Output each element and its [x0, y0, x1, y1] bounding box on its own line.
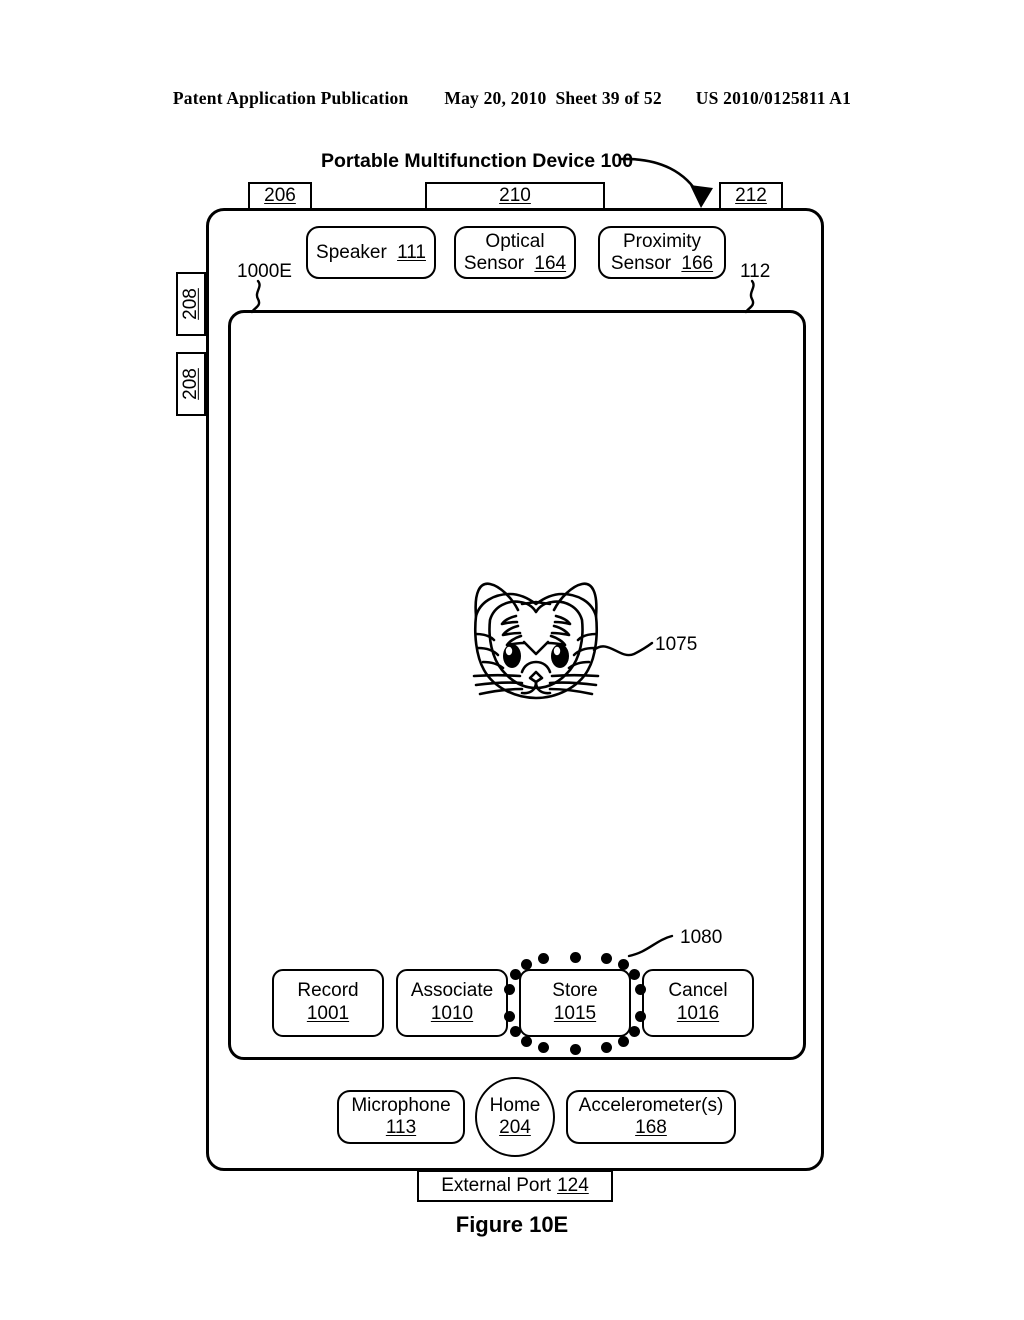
tab-212[interactable]: 212	[719, 182, 783, 210]
microphone: Microphone 113	[337, 1090, 465, 1144]
selection-halo-dot	[509, 968, 521, 980]
device-title: Portable Multifunction Device 100	[321, 150, 634, 172]
cancel-button[interactable]: Cancel 1016	[642, 969, 754, 1037]
selection-halo-dot	[504, 983, 516, 995]
tab-210[interactable]: 210	[425, 182, 605, 210]
proximity-sensor: Proximity Sensor 166	[598, 226, 726, 279]
record-button-ref: 1001	[306, 1003, 350, 1024]
selection-halo-dot	[634, 983, 646, 995]
speaker-ref: 111	[397, 241, 426, 263]
speaker: Speaker 111	[306, 226, 436, 279]
header-publication: Patent Application Publication	[172, 88, 409, 108]
proximity-sensor-label: Proximity	[622, 230, 702, 252]
tab-206-label: 206	[264, 185, 296, 206]
page-header: Patent Application Publication May 20, 20…	[0, 88, 1024, 109]
figure-caption: Figure 10E	[455, 1212, 569, 1237]
store-button[interactable]: Store 1015	[519, 969, 631, 1037]
associate-button-label: Associate	[410, 980, 494, 1002]
selection-halo-dot	[520, 1035, 532, 1047]
selection-halo-dot	[520, 959, 532, 971]
selection-halo-dot	[618, 1035, 630, 1047]
selection-highlight-label: 1080	[680, 927, 723, 948]
microphone-ref: 113	[385, 1117, 417, 1138]
header-sheet: Sheet 39 of 52	[555, 88, 662, 108]
selection-halo-dot	[569, 951, 581, 963]
store-button-ref: 1015	[553, 1003, 597, 1024]
external-port-label: External Port	[441, 1175, 552, 1196]
optical-sensor-ref: 164	[534, 252, 567, 274]
side-button-208-lower[interactable]: 208	[176, 352, 206, 416]
optical-sensor-label: Optical	[485, 230, 545, 252]
optical-sensor-label2: Sensor	[463, 252, 525, 274]
selection-halo-dot	[509, 1026, 521, 1038]
accelerometers-ref: 168	[635, 1117, 667, 1138]
proximity-sensor-label2: Sensor	[610, 252, 672, 274]
optical-sensor: Optical Sensor 164	[454, 226, 576, 279]
tiger-face-icon[interactable]	[466, 572, 606, 704]
header-patent-number: US 2010/0125811 A1	[695, 88, 852, 108]
touchscreen-label: 112	[740, 261, 771, 282]
external-port: External Port 124	[417, 1170, 613, 1202]
side-button-208-upper[interactable]: 208	[176, 272, 206, 336]
tab-210-label: 210	[499, 185, 531, 206]
cancel-button-label: Cancel	[668, 980, 728, 1002]
accelerometers: Accelerometer(s) 168	[566, 1090, 736, 1144]
speaker-label: Speaker	[316, 241, 387, 263]
home-button[interactable]: Home 204	[475, 1077, 555, 1157]
header-date: May 20, 2010	[444, 88, 547, 108]
record-button-label: Record	[297, 980, 359, 1002]
home-button-label: Home	[489, 1095, 541, 1117]
avatar-reference-label: 1075	[655, 634, 698, 655]
associate-button-ref: 1010	[430, 1003, 474, 1024]
ui-state-label: 1000E	[237, 261, 292, 282]
microphone-label: Microphone	[351, 1095, 451, 1117]
proximity-sensor-ref: 166	[681, 252, 714, 274]
selection-halo-dot	[634, 1011, 646, 1023]
selection-halo-dot	[538, 1041, 549, 1053]
associate-button[interactable]: Associate 1010	[396, 969, 508, 1037]
selection-halo-dot	[600, 1041, 612, 1053]
home-button-ref: 204	[499, 1117, 531, 1138]
tab-212-label: 212	[735, 185, 767, 206]
side-button-208-upper-label: 208	[180, 288, 202, 320]
store-button-label: Store	[552, 980, 598, 1002]
device-title-arrow	[620, 157, 713, 208]
cancel-button-ref: 1016	[676, 1003, 720, 1024]
accelerometers-label: Accelerometer(s)	[578, 1095, 724, 1117]
side-button-208-lower-label: 208	[180, 368, 202, 400]
record-button[interactable]: Record 1001	[272, 969, 384, 1037]
external-port-ref: 124	[557, 1175, 589, 1196]
tab-206[interactable]: 206	[248, 182, 312, 210]
selection-halo-dot	[569, 1043, 581, 1055]
